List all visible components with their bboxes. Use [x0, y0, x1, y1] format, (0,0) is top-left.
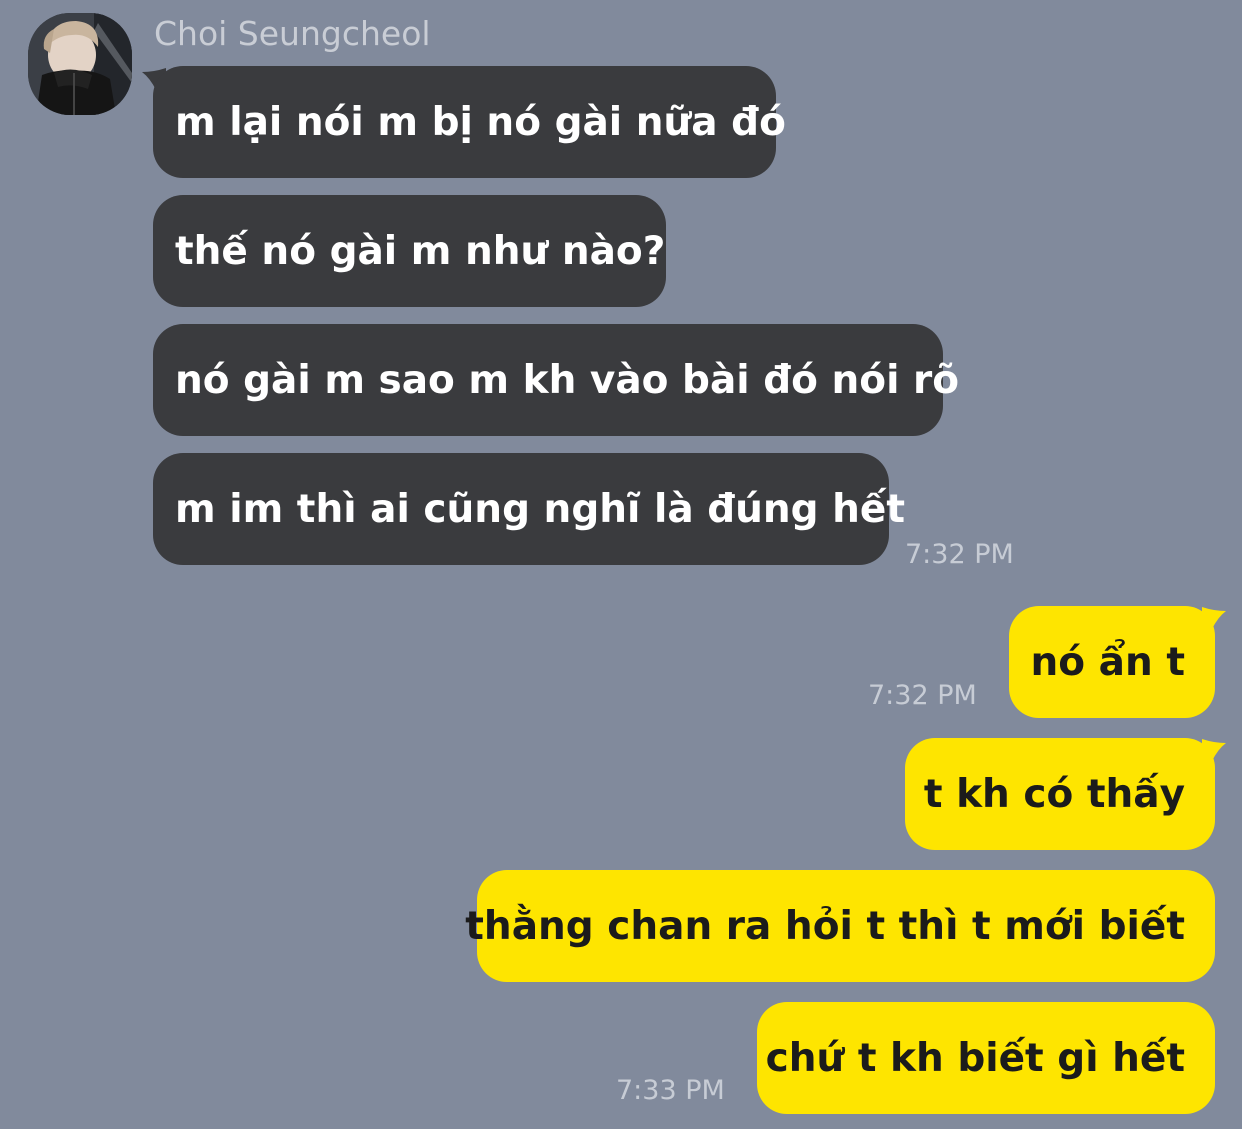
incoming-message-1-text: m lại nói m bị nó gài nữa đó — [175, 99, 786, 145]
outgoing-message-3[interactable]: thằng chan ra hỏi t thì t mới biết — [465, 870, 1215, 982]
incoming-message-4-text: m im thì ai cũng nghĩ là đúng hết — [175, 486, 906, 532]
outgoing-bubble-tail — [1202, 607, 1226, 631]
outgoing-message-2-text: t kh có thấy — [923, 771, 1185, 817]
outgoing-message-1-text: nó ẩn t — [1030, 639, 1185, 685]
sender-name: Choi Seungcheol — [154, 14, 431, 53]
outgoing-timestamp-2: 7:33 PM — [616, 1075, 725, 1106]
outgoing-message-4[interactable]: chứ t kh biết gì hết — [757, 1002, 1215, 1114]
outgoing-message-3-text: thằng chan ra hỏi t thì t mới biết — [465, 903, 1185, 949]
sender-avatar[interactable] — [28, 13, 132, 115]
outgoing-bubble-tail — [1202, 739, 1226, 763]
incoming-message-1[interactable]: m lại nói m bị nó gài nữa đó — [153, 66, 786, 178]
incoming-message-2[interactable]: thế nó gài m như nào? — [153, 195, 666, 307]
incoming-message-2-text: thế nó gài m như nào? — [175, 228, 666, 274]
outgoing-message-4-text: chứ t kh biết gì hết — [765, 1035, 1185, 1081]
avatar-photo — [28, 13, 132, 115]
incoming-timestamp: 7:32 PM — [905, 539, 1014, 570]
incoming-message-3[interactable]: nó gài m sao m kh vào bài đó nói rõ — [153, 324, 959, 436]
incoming-message-3-text: nó gài m sao m kh vào bài đó nói rõ — [175, 357, 960, 403]
outgoing-message-1[interactable]: nó ẩn t — [1009, 606, 1215, 718]
incoming-message-4[interactable]: m im thì ai cũng nghĩ là đúng hết — [153, 453, 905, 565]
outgoing-timestamp-1: 7:32 PM — [868, 680, 977, 711]
outgoing-message-2[interactable]: t kh có thấy — [905, 738, 1215, 850]
